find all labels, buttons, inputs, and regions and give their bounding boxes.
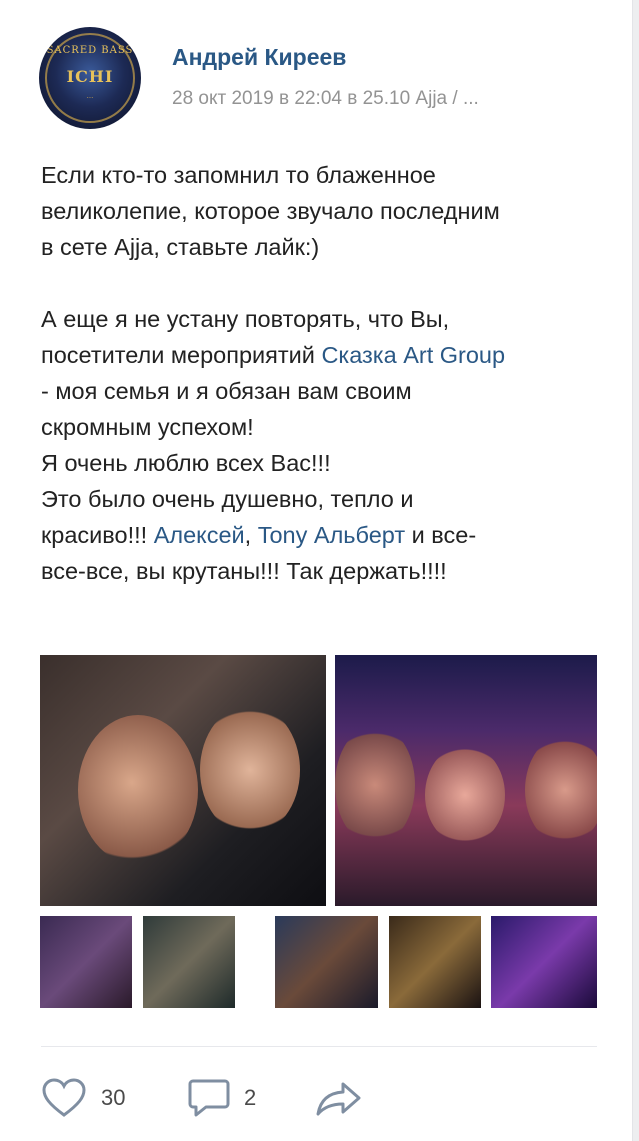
photo-attachment-2[interactable] — [335, 655, 597, 906]
comment-count: 2 — [244, 1085, 257, 1110]
post-text: Если кто-то запомнил то блаженное велико… — [41, 157, 611, 589]
photo-thumbnail-2[interactable] — [143, 916, 235, 1008]
post-text-span: красиво!!! — [41, 522, 154, 548]
comment-icon — [188, 1078, 230, 1118]
mention-link-aleksey[interactable]: Алексей — [154, 522, 245, 548]
share-button[interactable] — [315, 1076, 363, 1120]
post-text-span: , — [244, 522, 258, 548]
post-text-span: посетители мероприятий — [41, 342, 322, 368]
post-line: красиво!!! Алексей, Tony Альберт и все- — [41, 517, 611, 553]
photo-face — [425, 745, 505, 845]
post-line: А еще я не устану повторять, что Вы, — [41, 306, 450, 332]
post-line: скромным успехом! — [41, 414, 254, 440]
avatar-arc-text: SACRED BASS — [46, 45, 134, 56]
window-edge — [632, 0, 639, 1141]
avatar-sub-text: ... — [86, 91, 94, 100]
post-meta[interactable]: 28 окт 2019 в 22:04 в 25.10 Ajja / ... — [172, 88, 479, 110]
post-line: Если кто-то запомнил то блаженное — [41, 162, 436, 188]
share-icon — [315, 1078, 363, 1118]
like-button[interactable]: 30 — [41, 1076, 125, 1120]
post-line: Это было очень душевно, тепло и — [41, 486, 414, 512]
photo-thumbnail-4[interactable] — [389, 916, 481, 1008]
post-line: все-все, вы крутаны!!! Так держать!!!! — [41, 558, 447, 584]
post-line: в сете Ajja, ставьте лайк:) — [41, 234, 320, 260]
photo-face — [335, 725, 415, 845]
post-line: посетители мероприятий Сказка Art Group — [41, 337, 611, 373]
photo-face — [78, 715, 198, 865]
author-name-link[interactable]: Андрей Киреев — [172, 44, 346, 71]
photo-attachment-1[interactable] — [40, 655, 326, 906]
post-line: великолепие, которое звучало последним — [41, 198, 500, 224]
post-line: - моя семья и я обязан вам своим — [41, 378, 412, 404]
photo-face — [200, 705, 300, 835]
photo-face — [525, 735, 597, 845]
post-text-span: и все- — [405, 522, 477, 548]
post-line: Я очень люблю всех Вас!!! — [41, 450, 331, 476]
photo-thumbnail-3[interactable] — [275, 916, 378, 1008]
community-link[interactable]: Сказка Art Group — [321, 342, 505, 368]
mention-link-tony[interactable]: Tony Альберт — [258, 522, 405, 548]
avatar-logo-text: ICHI — [66, 67, 114, 86]
author-avatar[interactable]: SACRED BASS ICHI ... — [39, 27, 141, 129]
heart-icon — [41, 1078, 87, 1118]
comment-button[interactable]: 2 — [188, 1076, 256, 1120]
like-count: 30 — [101, 1085, 126, 1110]
actions-divider — [41, 1046, 597, 1047]
photo-thumbnail-1[interactable] — [40, 916, 132, 1008]
photo-thumbnail-5[interactable] — [491, 916, 597, 1008]
